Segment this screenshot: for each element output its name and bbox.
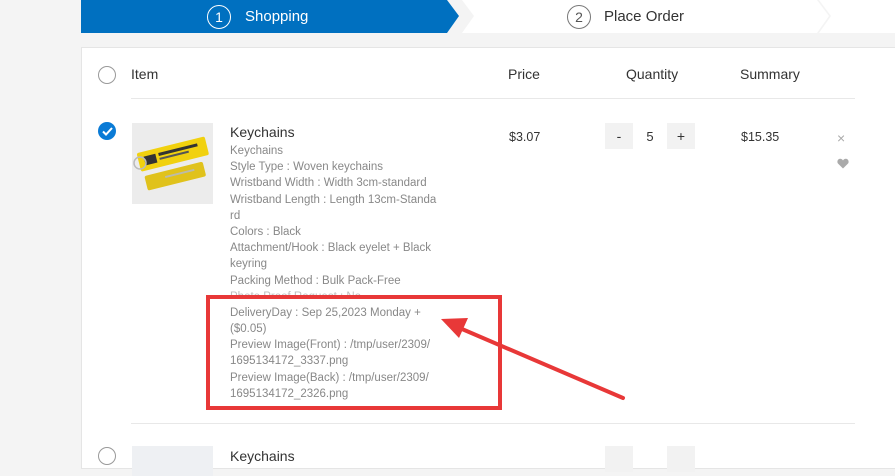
quantity-decrease-button[interactable]: - xyxy=(605,123,633,149)
spec-line: Packing Method : Bulk Pack-Free xyxy=(230,274,401,287)
divider xyxy=(131,423,855,424)
product-title[interactable]: Keychains xyxy=(230,124,295,140)
step-label: Shopping xyxy=(245,8,309,25)
step-label: Place Order xyxy=(604,8,685,25)
step-next xyxy=(819,0,895,33)
heart-icon-shape xyxy=(837,158,849,169)
spec-line: Colors : Black xyxy=(230,226,301,239)
step-number: 1 xyxy=(207,4,231,29)
spec-line: Wristband Length : Length 13cm-Standa xyxy=(230,193,437,206)
checkout-progress: 1 Shopping 2 Place Order xyxy=(81,0,895,33)
keychain-image-icon xyxy=(132,123,213,204)
quantity-value[interactable]: 5 xyxy=(633,129,667,144)
quantity-increase-button[interactable] xyxy=(667,446,695,472)
header-quantity: Quantity xyxy=(626,66,679,82)
quantity-decrease-button[interactable] xyxy=(605,446,633,472)
item-select-checkbox[interactable] xyxy=(98,447,116,465)
quantity-stepper: - 5 + xyxy=(605,123,695,149)
item-select-checkbox[interactable] xyxy=(98,122,116,140)
spec-line: keyring xyxy=(230,258,268,271)
heart-icon[interactable] xyxy=(837,156,849,174)
unit-price: $3.07 xyxy=(509,130,541,144)
header-summary: Summary xyxy=(740,66,800,82)
quantity-increase-button[interactable]: + xyxy=(667,123,695,149)
step-shopping: 1 Shopping xyxy=(81,0,459,33)
line-summary: $15.35 xyxy=(741,130,780,144)
cart-header-row: Item Price Quantity Summary xyxy=(82,48,895,98)
cart-panel: Item Price Quantity Summary Keychains Ke… xyxy=(81,47,895,476)
product-title[interactable]: Keychains xyxy=(230,448,295,464)
product-image[interactable] xyxy=(132,446,213,476)
header-item: Item xyxy=(131,66,159,82)
spec-line: Style Type : Woven keychains xyxy=(230,161,383,174)
spec-line: rd xyxy=(230,209,241,222)
spec-line: Wristband Width : Width 3cm-standard xyxy=(230,177,427,190)
divider xyxy=(131,98,855,99)
spec-line: Keychains xyxy=(230,145,284,157)
annotation-highlight-box xyxy=(206,295,502,410)
step-number: 2 xyxy=(567,4,591,29)
select-all-radio[interactable] xyxy=(98,66,116,84)
close-icon[interactable]: × xyxy=(837,130,845,146)
check-icon xyxy=(101,126,113,136)
product-image[interactable] xyxy=(132,123,213,204)
header-price: Price xyxy=(508,66,540,82)
quantity-stepper xyxy=(605,446,695,472)
step-place-order: 2 Place Order xyxy=(462,0,829,33)
spec-line: Attachment/Hook : Black eyelet + Black xyxy=(230,242,432,255)
